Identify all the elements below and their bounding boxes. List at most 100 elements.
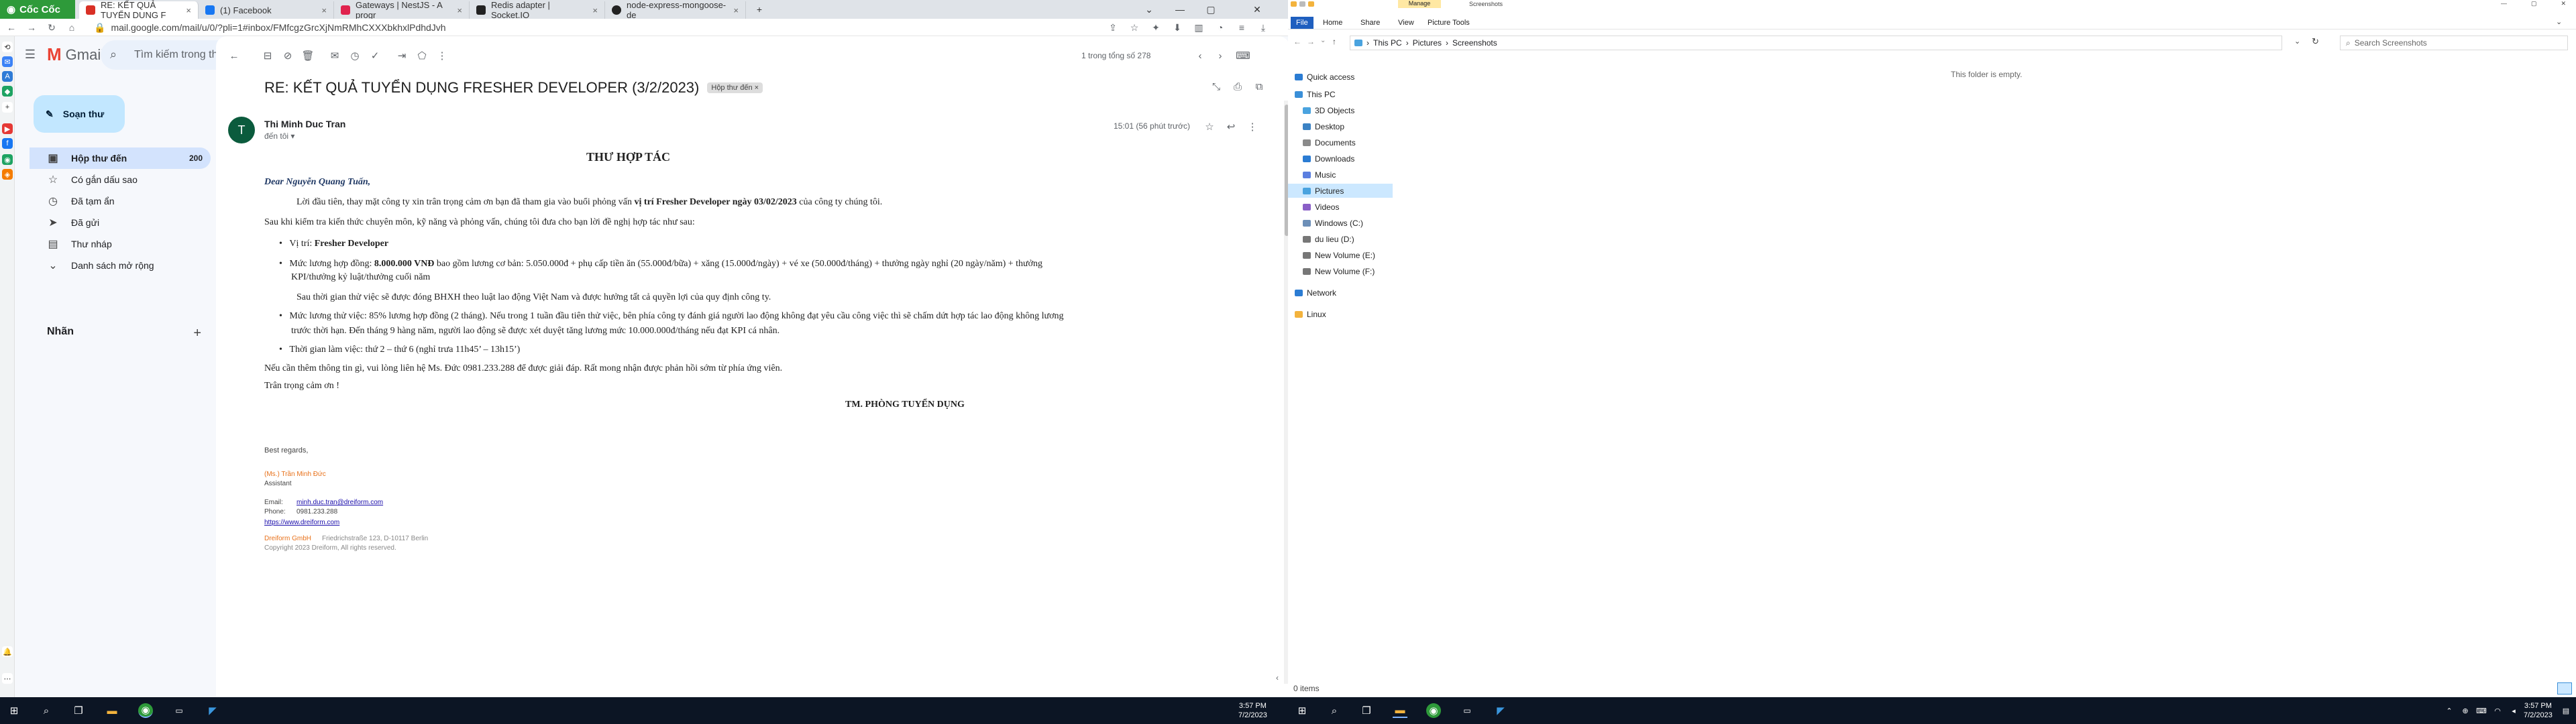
up-icon[interactable]: ↑ bbox=[1332, 37, 1336, 46]
task-view-icon[interactable]: ❐ bbox=[71, 703, 86, 718]
maximize-button[interactable]: ▢ bbox=[2531, 0, 2537, 7]
main-menu-icon[interactable]: ☰ bbox=[23, 47, 38, 62]
close-icon[interactable]: × bbox=[186, 5, 191, 15]
tab-list-icon[interactable]: ⌄ bbox=[1134, 0, 1165, 19]
sender-name[interactable]: Thi Minh Duc Tran bbox=[264, 119, 345, 129]
nav-sent[interactable]: ➤ Đã gửi bbox=[30, 212, 211, 233]
url-field[interactable]: 🔒 mail.google.com/mail/u/0/?pli=1#inbox/F… bbox=[94, 21, 1100, 34]
file-explorer-icon[interactable]: ▬ bbox=[1393, 703, 1407, 718]
recent-locations-icon[interactable]: ⌄ bbox=[1320, 37, 1326, 44]
search-icon[interactable]: ⌕ bbox=[39, 703, 54, 718]
close-window-button[interactable]: ✕ bbox=[1226, 0, 1288, 19]
games-icon[interactable]: ◆ bbox=[2, 86, 13, 97]
tree-item-desktop[interactable]: Desktop bbox=[1288, 119, 1395, 133]
extension-icon[interactable]: ✦ bbox=[1150, 21, 1162, 34]
tree-item-linux[interactable]: Linux bbox=[1288, 307, 1395, 321]
vscode-icon[interactable]: ◤ bbox=[1493, 703, 1508, 718]
new-folder-icon[interactable] bbox=[1308, 1, 1314, 7]
explorer-search-input[interactable]: ⌕ Search Screenshots bbox=[2340, 36, 2568, 50]
search-icon[interactable]: ⌕ bbox=[1327, 703, 1342, 718]
forward-icon[interactable]: → bbox=[25, 21, 38, 34]
terminal-icon[interactable]: ▭ bbox=[1460, 703, 1474, 718]
start-icon[interactable]: ⊞ bbox=[7, 703, 21, 718]
path-field[interactable]: › This PC › Pictures › Screenshots bbox=[1350, 36, 2282, 50]
ribbon-tab-view[interactable]: View bbox=[1393, 17, 1419, 29]
taskbar-clock[interactable]: 3:57 PM 7/2/2023 bbox=[1238, 701, 1267, 720]
savior-icon[interactable]: ⬇ bbox=[1171, 21, 1183, 34]
coccoc-taskbar-icon[interactable]: ◉ bbox=[138, 703, 153, 718]
new-window-icon[interactable]: ⧉ bbox=[1252, 79, 1267, 94]
archive-icon[interactable]: ⊟ bbox=[260, 48, 275, 63]
dictionary-icon[interactable]: A bbox=[2, 71, 13, 82]
nav-inbox[interactable]: ▣ Hộp thư đến 200 bbox=[30, 147, 211, 169]
start-icon[interactable]: ⊞ bbox=[1295, 703, 1309, 718]
back-to-inbox-icon[interactable]: ← bbox=[227, 48, 241, 63]
label-icon[interactable]: ⬠ bbox=[415, 48, 429, 63]
minimize-button[interactable]: — bbox=[1165, 0, 1195, 19]
collapse-icon[interactable]: ⤡ bbox=[1209, 79, 1224, 94]
sidebar-icon[interactable]: ▥ bbox=[1193, 21, 1205, 34]
close-icon[interactable]: × bbox=[592, 5, 598, 15]
tab-github[interactable]: node-express-mongoose-de × bbox=[605, 0, 746, 20]
add-app-icon[interactable]: + bbox=[2, 102, 13, 113]
maximize-button[interactable]: ▢ bbox=[1195, 0, 1226, 19]
tab-facebook[interactable]: (1) Facebook × bbox=[199, 1, 334, 19]
download-icon[interactable]: ⤓ bbox=[1257, 21, 1269, 34]
notification-icon[interactable]: 🔔 bbox=[2, 646, 13, 657]
details-view-icon[interactable] bbox=[2557, 682, 2572, 695]
bookmark-star-icon[interactable]: ☆ bbox=[1128, 21, 1140, 34]
email-link[interactable]: minh.duc.tran@dreiform.com bbox=[297, 499, 383, 506]
tree-item-documents[interactable]: Documents bbox=[1288, 135, 1395, 149]
tab-gmail[interactable]: RE: KẾT QUẢ TUYỂN DỤNG F × bbox=[79, 0, 199, 20]
snooze-icon[interactable]: ◷ bbox=[347, 48, 362, 63]
messenger-icon[interactable]: ✉ bbox=[2, 56, 13, 67]
terminal-icon[interactable]: ▭ bbox=[172, 703, 186, 718]
close-window-button[interactable]: ✕ bbox=[2561, 0, 2567, 7]
reply-icon[interactable]: ↩ bbox=[1224, 119, 1238, 134]
path-segment[interactable]: Pictures bbox=[1413, 38, 1442, 48]
search-icon[interactable]: ⌕ bbox=[110, 48, 117, 62]
keyboard-icon[interactable]: ⌨ bbox=[2474, 703, 2489, 718]
inbox-badge[interactable]: Hộp thư đến × bbox=[707, 82, 763, 93]
browser-logo[interactable]: ◉ Cốc Cốc bbox=[0, 0, 75, 19]
nav-snoozed[interactable]: ◷ Đã tạm ẩn bbox=[30, 190, 211, 212]
network-icon[interactable]: ⊕ bbox=[2458, 703, 2473, 718]
nav-drafts[interactable]: ▤ Thư nháp bbox=[30, 233, 211, 255]
ribbon-tab-home[interactable]: Home bbox=[1318, 17, 1348, 29]
manage-context-tab[interactable]: Manage bbox=[1398, 0, 1441, 8]
tree-item-music[interactable]: Music bbox=[1288, 168, 1395, 182]
task-view-icon[interactable]: ❐ bbox=[1359, 703, 1374, 718]
mark-unread-icon[interactable]: ✉ bbox=[327, 48, 342, 63]
history-icon[interactable]: ⟲ bbox=[2, 42, 13, 52]
sender-avatar[interactable]: T bbox=[228, 117, 255, 143]
back-icon[interactable]: ← bbox=[1293, 37, 1301, 46]
nav-more[interactable]: ⌄ Danh sách mở rộng bbox=[30, 255, 211, 276]
reload-icon[interactable]: ↻ bbox=[46, 21, 58, 34]
tree-item-drive-f[interactable]: New Volume (F:) bbox=[1288, 264, 1395, 278]
path-segment[interactable]: Screenshots bbox=[1452, 38, 1497, 48]
tree-item-pictures[interactable]: Pictures bbox=[1288, 184, 1393, 198]
facebook-icon[interactable]: f bbox=[2, 138, 13, 149]
prev-icon[interactable]: ‹ bbox=[1193, 48, 1208, 63]
refresh-icon[interactable]: ↻ bbox=[2312, 36, 2319, 47]
tree-item-network[interactable]: Network bbox=[1288, 286, 1395, 300]
volume-icon[interactable]: ◂ bbox=[2506, 703, 2521, 718]
vscode-icon[interactable]: ◤ bbox=[205, 703, 220, 718]
forward-icon[interactable]: → bbox=[1307, 37, 1315, 46]
tree-item-drive-c[interactable]: Windows (C:) bbox=[1288, 216, 1395, 230]
report-spam-icon[interactable]: ⊘ bbox=[280, 48, 295, 63]
show-hidden-icons-icon[interactable]: ⌃ bbox=[2442, 703, 2457, 718]
close-icon[interactable]: × bbox=[457, 5, 462, 15]
next-icon[interactable]: › bbox=[1213, 48, 1228, 63]
tree-item-3d-objects[interactable]: 3D Objects bbox=[1288, 103, 1395, 117]
tree-item-drive-e[interactable]: New Volume (E:) bbox=[1288, 248, 1395, 262]
path-dropdown-icon[interactable]: ⌄ bbox=[2294, 37, 2300, 46]
more-actions-icon[interactable]: ⋮ bbox=[435, 48, 449, 63]
notifications-icon[interactable]: ▤ bbox=[2559, 703, 2573, 718]
compose-button[interactable]: ✎ Soạn thư bbox=[34, 95, 125, 133]
path-segment[interactable]: This PC bbox=[1373, 38, 1402, 48]
taskbar-clock[interactable]: 3:57 PM 7/2/2023 bbox=[2524, 701, 2553, 720]
close-icon[interactable]: × bbox=[321, 5, 327, 15]
delete-icon[interactable]: 🗑 bbox=[301, 48, 315, 63]
share-icon[interactable]: ⇪ bbox=[1107, 21, 1119, 34]
